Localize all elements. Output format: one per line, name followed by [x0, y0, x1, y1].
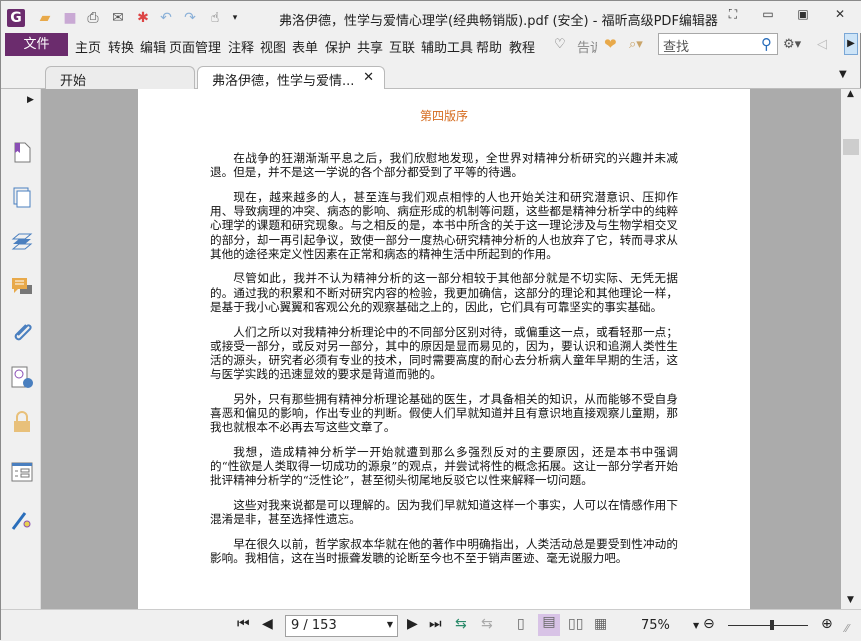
scroll-down-icon[interactable]: ▼ — [847, 595, 854, 605]
certificate-sign-icon[interactable] — [11, 509, 33, 531]
scroll-left-icon[interactable]: ◁ — [817, 37, 827, 52]
zoom-dropdown-icon[interactable]: ▼ — [693, 621, 699, 630]
email-icon[interactable]: ✉ — [109, 9, 127, 27]
menu-share[interactable]: 共享 — [357, 37, 383, 56]
paragraph: 另外，只有那些拥有精神分析理论基础的医生，才具备相关的知识，从而能够不受自身喜恶… — [210, 391, 678, 435]
app-logo-icon: G — [7, 9, 25, 27]
tab-label: 开始 — [60, 74, 87, 89]
customize-dropdown-icon[interactable]: ▾ — [226, 9, 244, 27]
paragraph: 我想，造成精神分析学一开始就遭到那么多强烈反对的主要原因，还是本书中强调的“性欲… — [210, 444, 678, 488]
scroll-up-icon[interactable]: ▲ — [847, 89, 854, 99]
settings-gear-icon[interactable]: ⚙▾ — [783, 37, 801, 52]
page-number-value: 9 / 153 — [291, 618, 337, 633]
security-lock-icon[interactable] — [11, 411, 33, 433]
menu-protect[interactable]: 保护 — [325, 37, 351, 56]
menu-page-management[interactable]: 页面管理 — [169, 37, 221, 56]
paragraph: 这些对我来说都是可以理解的。因为我们早就知道这样一个事实，人可以在情感作用下混淆… — [210, 498, 678, 527]
scroll-thumb[interactable] — [843, 139, 859, 155]
continuous-facing-icon[interactable]: ▦ — [594, 616, 607, 632]
menu-form[interactable]: 表单 — [292, 37, 318, 56]
menu-tutorial[interactable]: 教程 — [509, 37, 535, 56]
single-page-icon[interactable]: ▯ — [517, 616, 525, 632]
menu-comment[interactable]: 注释 — [228, 37, 254, 56]
maximize-button[interactable]: ▣ — [793, 7, 813, 25]
comments-icon[interactable] — [11, 276, 33, 298]
pdf-page: 第四版序 在战争的狂潮渐渐平息之后，我们欣慰地发现，全世界对精神分析研究的兴趣并… — [138, 89, 750, 609]
paragraph: 人们之所以对我精神分析理论中的不同部分区别对待，或偏重这一点，或看轻那一点；或接… — [210, 324, 678, 382]
save-icon[interactable]: ■ — [61, 9, 79, 27]
new-document-icon[interactable]: ✱ — [134, 9, 152, 27]
tell-me-label[interactable]: 告诉 — [577, 37, 597, 56]
menu-edit[interactable]: 编辑 — [140, 37, 166, 56]
document-tabs: 开始 弗洛伊德，性学与爱情... ✕ ▼ — [1, 61, 861, 89]
search-icon[interactable]: ⚲ — [761, 35, 772, 53]
continuous-page-icon[interactable]: ▤ — [538, 614, 560, 636]
vertical-scrollbar[interactable]: ▲ ▼ — [841, 89, 861, 609]
menu-help[interactable]: 帮助 — [476, 37, 502, 56]
paragraph: 尽管如此，我并不认为精神分析的这一部分相较于其他部分就是不切实际、无凭无据的。通… — [210, 271, 678, 314]
tab-start[interactable]: 开始 — [45, 66, 195, 89]
favorite-heart-icon[interactable]: ❤ — [604, 35, 617, 53]
page-thumbnails-icon[interactable] — [11, 186, 33, 208]
expand-panel-icon[interactable]: ▶ — [27, 95, 34, 105]
form-fields-icon[interactable] — [11, 461, 33, 483]
previous-view-icon[interactable]: ⇆ — [455, 616, 467, 632]
menu-view[interactable]: 视图 — [260, 37, 286, 56]
paragraph: 现在，越来越多的人，甚至连与我们观点相悖的人也开始关注和研究潜意识、压抑作用、导… — [210, 189, 678, 261]
paragraph: 在战争的狂潮渐渐平息之后，我们欣慰地发现，全世界对精神分析研究的兴趣并未减退。但… — [210, 151, 678, 180]
navigation-panel: ▶ — [1, 89, 41, 609]
status-bar: ⏮ ◀ 9 / 153 ▼ ▶ ⏭ ⇆ ⇆ ▯ ▤ ▯▯ ▦ 75% ▼ ⊖ ⊕ … — [1, 609, 861, 641]
title-bar: G ▰ ■ ⎙ ✉ ✱ ↶ ↷ ☝ ▾ 弗洛伊德，性学与爱情心理学(经典畅销版)… — [1, 1, 861, 33]
page-text: 在战争的狂潮渐渐平息之后，我们欣慰地发现，全世界对精神分析研究的兴趣并未减退。但… — [210, 151, 678, 576]
file-menu-button[interactable]: 文件 — [5, 33, 68, 56]
fullscreen-icon[interactable]: ⛶ — [723, 7, 743, 25]
tab-close-icon[interactable]: ✕ — [363, 70, 374, 85]
zoom-level[interactable]: 75% — [641, 618, 670, 633]
folder-search-icon[interactable]: ⌕▾ — [629, 37, 643, 52]
hand-tool-icon[interactable]: ☝ — [206, 9, 224, 27]
zoom-slider-thumb[interactable] — [770, 620, 774, 630]
first-page-icon[interactable]: ⏮ — [237, 616, 250, 632]
paragraph: 早在很久以前，哲学家叔本华就在他的著作中明确指出，人类活动总是要受到性冲动的影响… — [210, 536, 678, 566]
menu-home[interactable]: 主页 — [75, 37, 101, 56]
layers-icon[interactable] — [11, 231, 33, 253]
resize-grip-icon[interactable]: ⁄⁄ — [845, 622, 849, 635]
redo-icon[interactable]: ↷ — [181, 9, 199, 27]
ribbon-collapse-icon[interactable]: ▼ — [839, 69, 847, 80]
page-number-input[interactable]: 9 / 153 ▼ — [285, 615, 398, 637]
next-view-icon[interactable]: ⇆ — [481, 616, 493, 632]
undo-icon[interactable]: ↶ — [157, 9, 175, 27]
zoom-out-icon[interactable]: ⊖ — [703, 616, 715, 632]
zoom-slider-track[interactable] — [728, 625, 808, 626]
ribbon-menu-bar: 文件 主页 转换 编辑 页面管理 注释 视图 表单 保护 共享 互联 辅助工具 … — [1, 33, 861, 59]
open-folder-icon[interactable]: ▰ — [36, 9, 54, 27]
bookmarks-icon[interactable] — [11, 141, 33, 163]
lightbulb-icon: ♡ — [554, 37, 566, 52]
signatures-icon[interactable] — [11, 366, 33, 388]
menu-connect[interactable]: 互联 — [389, 37, 415, 56]
previous-page-icon[interactable]: ◀ — [262, 616, 273, 632]
menu-convert[interactable]: 转换 — [108, 37, 134, 56]
print-icon[interactable]: ⎙ — [84, 9, 102, 27]
close-window-button[interactable]: ✕ — [830, 7, 850, 25]
scroll-right-button[interactable]: ▶ — [844, 33, 858, 55]
menu-accessibility[interactable]: 辅助工具 — [421, 37, 473, 56]
page-heading: 第四版序 — [419, 109, 468, 123]
search-input[interactable]: 查找 — [658, 33, 778, 55]
minimize-button[interactable]: ▭ — [758, 7, 778, 25]
facing-pages-icon[interactable]: ▯▯ — [568, 616, 583, 632]
document-view: 第四版序 在战争的狂潮渐渐平息之后，我们欣慰地发现，全世界对精神分析研究的兴趣并… — [41, 89, 841, 609]
tab-label: 弗洛伊德，性学与爱情... — [212, 74, 355, 89]
last-page-icon[interactable]: ⏭ — [429, 616, 442, 632]
tab-document[interactable]: 弗洛伊德，性学与爱情... ✕ — [197, 66, 385, 89]
attachments-icon[interactable] — [11, 321, 33, 343]
zoom-in-icon[interactable]: ⊕ — [821, 616, 833, 632]
window-title: 弗洛伊德，性学与爱情心理学(经典畅销版).pdf (安全) - 福昕高级PDF编… — [279, 14, 718, 29]
next-page-icon[interactable]: ▶ — [407, 616, 418, 632]
